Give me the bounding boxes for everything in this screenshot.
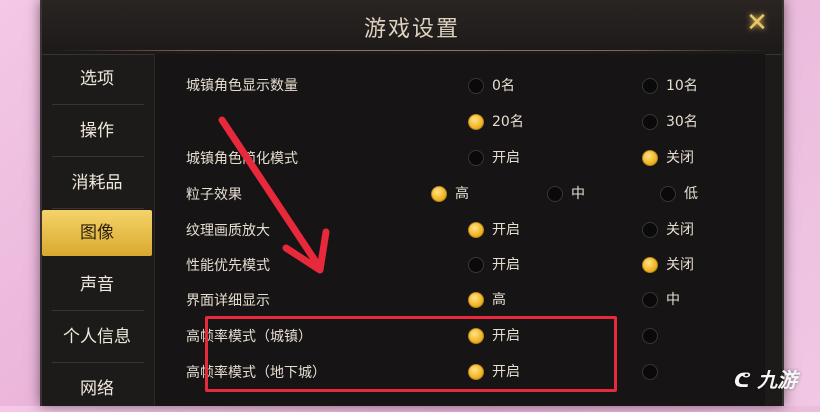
sidebar-item-sound[interactable]: 声音 xyxy=(42,262,152,308)
title-bar: 游戏设置 ✕ xyxy=(42,0,782,55)
setting-label-town-count: 城镇角色显示数量 xyxy=(186,78,298,94)
radio-off xyxy=(468,150,484,166)
option-label: 关闭 xyxy=(666,150,694,166)
settings-panel: 城镇角色显示数量 0名 10名 20名 30名 城镇角色简化模式 开启 关闭 粒… xyxy=(154,54,765,406)
radio-off xyxy=(642,292,658,308)
option-label: 10名 xyxy=(666,78,698,94)
sidebar-item-profile[interactable]: 个人信息 xyxy=(42,314,152,360)
radio-on xyxy=(642,257,658,273)
radio-off xyxy=(468,257,484,273)
radio-off xyxy=(642,328,658,344)
sidebar-divider xyxy=(52,156,144,157)
radio-off xyxy=(468,78,484,94)
setting-label-town-simplify: 城镇角色简化模式 xyxy=(186,151,298,167)
option-hfr-dungeon-off[interactable] xyxy=(642,362,658,382)
radio-on xyxy=(468,114,484,130)
option-label: 开启 xyxy=(492,150,520,166)
radio-off xyxy=(642,78,658,94)
sidebar-divider xyxy=(52,310,144,311)
sidebar-divider xyxy=(52,208,144,209)
option-label: 低 xyxy=(684,186,698,202)
setting-label-texture-upscale: 纹理画质放大 xyxy=(186,223,270,239)
watermark-text: 九游 xyxy=(757,368,798,392)
option-label: 高 xyxy=(492,292,506,308)
option-label: 20名 xyxy=(492,114,524,130)
setting-label-performance: 性能优先模式 xyxy=(186,258,270,274)
setting-label-particles: 粒子效果 xyxy=(186,187,242,203)
option-label: 中 xyxy=(571,186,585,202)
radio-off xyxy=(642,222,658,238)
option-label: 30名 xyxy=(666,114,698,130)
title-divider xyxy=(56,50,768,51)
annotation-highlight-box xyxy=(205,316,617,392)
sidebar-item-consumables[interactable]: 消耗品 xyxy=(42,160,152,206)
sidebar-divider xyxy=(52,362,144,363)
radio-on xyxy=(468,292,484,308)
option-label: 中 xyxy=(666,292,680,308)
sidebar-item-controls[interactable]: 操作 xyxy=(42,108,152,154)
watermark-logo: ᕦ 九游 xyxy=(734,364,797,393)
radio-on xyxy=(642,150,658,166)
option-label: 关闭 xyxy=(666,257,694,273)
sidebar-divider xyxy=(52,104,144,105)
option-label: 开启 xyxy=(492,222,520,238)
radio-off xyxy=(660,186,676,202)
watermark-swirl-icon: ᕦ xyxy=(734,368,751,392)
settings-window: 游戏设置 ✕ 选项 操作 消耗品 图像 声音 个人信息 网络 城镇角色显示数量 … xyxy=(40,0,784,406)
option-label: 高 xyxy=(455,186,469,202)
sidebar-item-graphics[interactable]: 图像 xyxy=(42,210,152,256)
setting-label-ui-detail: 界面详细显示 xyxy=(186,293,270,309)
sidebar-item-network[interactable]: 网络 xyxy=(42,366,152,412)
window-title: 游戏设置 xyxy=(363,17,460,42)
option-label: 开启 xyxy=(492,257,520,273)
radio-on xyxy=(431,186,447,202)
radio-off xyxy=(642,364,658,380)
option-label: 0名 xyxy=(492,78,515,94)
radio-on xyxy=(468,222,484,238)
option-label: 关闭 xyxy=(666,222,694,238)
close-icon[interactable]: ✕ xyxy=(742,8,772,38)
option-hfr-town-off[interactable] xyxy=(642,326,658,346)
radio-off xyxy=(642,114,658,130)
radio-off xyxy=(547,186,563,202)
sidebar-item-options[interactable]: 选项 xyxy=(42,56,152,102)
